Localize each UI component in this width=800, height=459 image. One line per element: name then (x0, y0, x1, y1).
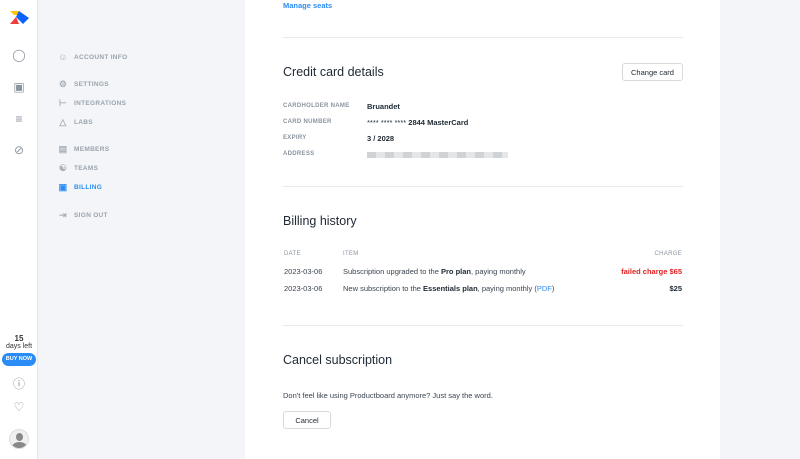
item-text: , paying monthly ( (477, 284, 537, 293)
integrations-icon: ⊢ (58, 98, 68, 108)
card-number-label: CARD NUMBER (283, 119, 332, 125)
nav-label: TEAMS (74, 165, 99, 172)
gear-icon: ⚙ (58, 79, 68, 89)
manage-seats-link[interactable]: Manage seats (283, 1, 332, 10)
sign-out-icon: ⇥ (59, 210, 67, 220)
item-text: , paying monthly (471, 267, 526, 276)
item-text: ) (551, 284, 555, 293)
cardholder-value: Bruandet (367, 102, 400, 111)
objectives-icon[interactable]: ⊘ (12, 143, 26, 157)
nav-label: BILLING (74, 184, 103, 191)
col-item: ITEM (343, 251, 359, 257)
avatar[interactable] (9, 429, 29, 449)
roadmap-icon[interactable]: ≡ (12, 112, 26, 126)
nav-label: ACCOUNT INFO (74, 53, 128, 61)
card-number-last: 2844 MasterCard (408, 118, 469, 127)
card-number-mask: **** **** **** (367, 118, 407, 127)
notes-icon[interactable]: ▣ (12, 80, 26, 94)
bell-icon[interactable]: ♡ (12, 400, 26, 414)
flask-icon: △ (59, 117, 67, 127)
card-number-value: **** **** **** 2844 MasterCard (367, 118, 468, 127)
address-label: ADDRESS (283, 151, 315, 157)
item-text: Subscription upgraded to the (343, 267, 441, 276)
nav-teams[interactable]: ☯ TEAMS (58, 163, 98, 174)
cancel-text: Don't feel like using Productboard anymo… (283, 391, 493, 400)
divider (283, 186, 683, 187)
nav-label: LABS (74, 119, 93, 126)
user-icon: ☺ (58, 52, 68, 62)
cardholder-label: CARDHOLDER NAME (283, 103, 350, 109)
members-icon: ▤ (58, 144, 68, 154)
change-card-button[interactable]: Change card (622, 63, 683, 81)
row-date: 2023-03-06 (284, 267, 323, 276)
col-date: DATE (284, 251, 301, 257)
help-icon[interactable]: ⓘ (12, 377, 26, 391)
plan-name: Essentials plan (423, 284, 478, 293)
nav-label: INTEGRATIONS (74, 100, 127, 107)
row-item: Subscription upgraded to the Pro plan, p… (343, 267, 526, 276)
nav-label: MEMBERS (74, 146, 110, 153)
billing-history-title: Billing history (283, 214, 357, 228)
divider (283, 37, 683, 38)
nav-sign-out[interactable]: ⇥ SIGN OUT (58, 210, 108, 221)
credit-card-title: Credit card details (283, 65, 384, 79)
productboard-logo[interactable] (10, 11, 29, 24)
nav-account-info[interactable]: ☺ ACCOUNT INFO (58, 52, 127, 62)
insights-icon[interactable]: ◯ (12, 48, 26, 62)
nav-label: SETTINGS (74, 81, 109, 88)
row-item: New subscription to the Essentials plan,… (343, 284, 554, 293)
nav-label: SIGN OUT (74, 212, 108, 219)
nav-members[interactable]: ▤ MEMBERS (58, 144, 109, 155)
trial-info: 15 days left (0, 334, 38, 350)
nav-billing[interactable]: ▣ BILLING (58, 182, 102, 193)
wallet-icon: ▣ (58, 182, 68, 192)
address-redacted (367, 152, 508, 158)
col-charge: CHARGE (654, 251, 682, 257)
cancel-title: Cancel subscription (283, 353, 393, 367)
nav-labs[interactable]: △ LABS (58, 117, 93, 128)
expiry-label: EXPIRY (283, 135, 307, 141)
row-date: 2023-03-06 (284, 284, 323, 293)
billing-panel: Manage seats Credit card details Change … (245, 0, 720, 459)
teams-icon: ☯ (58, 163, 68, 173)
nav-settings[interactable]: ⚙ SETTINGS (58, 79, 109, 90)
buy-now-button[interactable]: BUY NOW (2, 353, 36, 366)
expiry-value: 3 / 2028 (367, 134, 395, 143)
trial-days: 15 (14, 334, 24, 343)
cancel-subscription-button[interactable]: Cancel (283, 411, 331, 429)
plan-name: Pro plan (440, 267, 471, 276)
app-rail: ◯ ▣ ≡ ⊘ 15 days left BUY NOW ⓘ ♡ (0, 0, 38, 459)
divider (283, 325, 683, 326)
row-charge-failed: failed charge $65 (621, 267, 682, 276)
pdf-link[interactable]: PDF (537, 284, 552, 293)
trial-text: days left (5, 343, 33, 350)
item-text: New subscription to the (343, 284, 424, 293)
nav-integrations[interactable]: ⊢ INTEGRATIONS (58, 98, 126, 109)
row-charge: $25 (669, 284, 682, 293)
